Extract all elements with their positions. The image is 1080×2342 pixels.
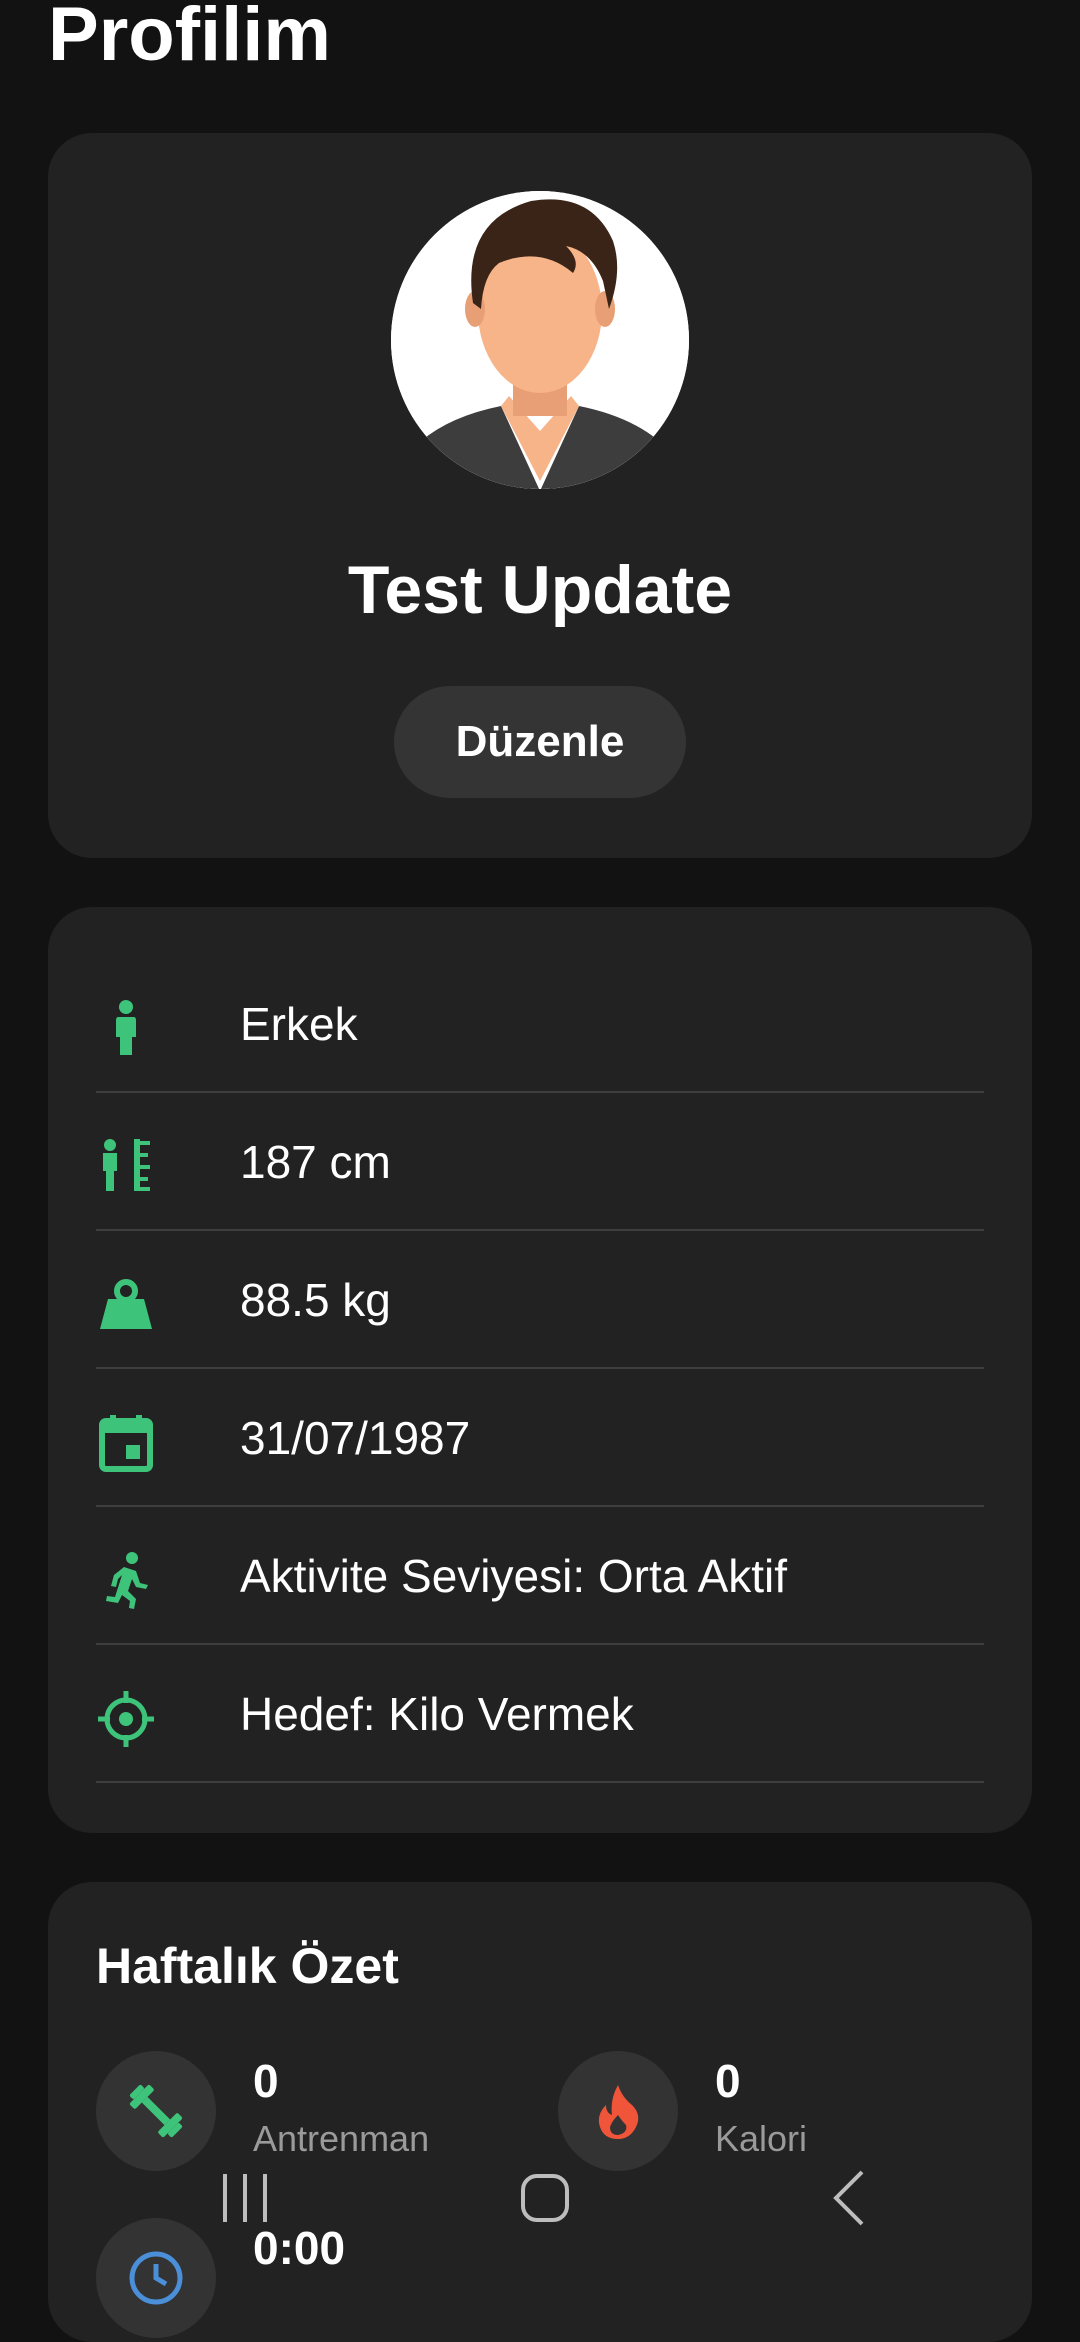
stat-workouts: 0 Antrenman — [96, 2051, 536, 2173]
recents-icon[interactable] — [205, 2160, 285, 2240]
info-label-activity: Aktivite Seviyesi: Orta Aktif — [240, 1550, 788, 1602]
target-icon — [98, 1691, 154, 1747]
info-row-height: 187 cm — [96, 1093, 984, 1231]
weight-icon — [100, 1279, 152, 1329]
profile-card: Test Update Düzenle — [48, 133, 1032, 858]
fire-icon — [598, 2085, 639, 2139]
info-label-height: 187 cm — [240, 1136, 391, 1188]
info-label-goal: Hedef: Kilo Vermek — [240, 1688, 634, 1740]
summary-title: Haftalık Özet — [96, 1938, 399, 1994]
profile-info-card: Erkek 187 cm 88.5 kg 31/07/1987 Aktivite… — [48, 907, 1032, 1833]
avatar — [391, 191, 689, 489]
dumbbell-icon — [129, 2084, 183, 2138]
info-label-birthdate: 31/07/1987 — [240, 1412, 471, 1464]
male-avatar-icon — [391, 191, 689, 489]
system-nav-bar — [0, 2160, 1080, 2240]
info-row-birthdate: 31/07/1987 — [96, 1369, 984, 1507]
home-icon[interactable] — [505, 2160, 585, 2240]
stat-icon-circle — [96, 2051, 216, 2171]
stat-calories: 0 Kalori — [558, 2051, 998, 2173]
height-icon — [103, 1139, 150, 1191]
info-label-weight: 88.5 kg — [240, 1274, 391, 1326]
edit-profile-button[interactable]: Düzenle — [394, 686, 686, 798]
person-icon — [116, 1000, 136, 1055]
calendar-icon — [99, 1415, 153, 1472]
stat-value-calories: 0 — [715, 2055, 741, 2107]
info-row-goal: Hedef: Kilo Vermek — [96, 1645, 984, 1783]
stat-value-workouts: 0 — [253, 2055, 279, 2107]
stat-label-workouts: Antrenman — [253, 2118, 430, 2159]
back-icon[interactable] — [810, 2160, 890, 2240]
stat-icon-circle — [558, 2051, 678, 2171]
info-row-gender: Erkek — [96, 907, 984, 1093]
info-row-activity: Aktivite Seviyesi: Orta Aktif — [96, 1507, 984, 1645]
clock-icon — [129, 2251, 183, 2305]
weekly-summary-card: Haftalık Özet 0 Antrenman 0 Kalori 0:00 — [48, 1882, 1032, 2342]
running-icon — [106, 1552, 148, 1609]
user-name: Test Update — [347, 552, 733, 628]
info-row-weight: 88.5 kg — [96, 1231, 984, 1369]
info-label-gender: Erkek — [240, 998, 358, 1050]
stat-label-calories: Kalori — [715, 2118, 808, 2159]
page-title: Profilim — [48, 0, 331, 77]
